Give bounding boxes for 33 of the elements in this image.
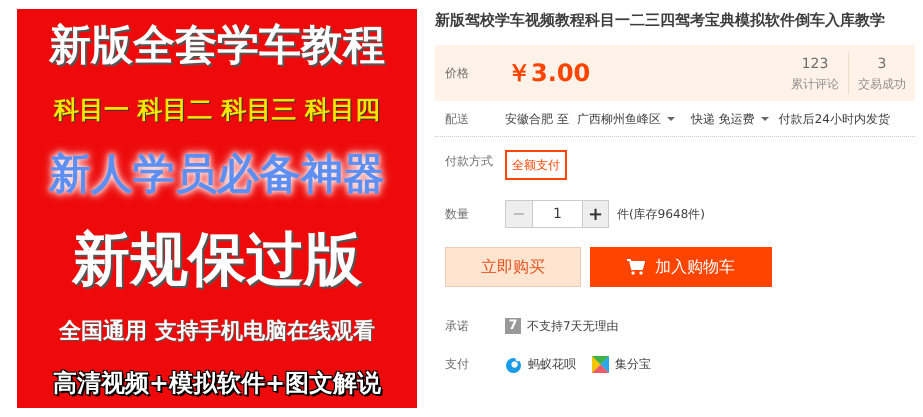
- banner-text: 科目一 科目二 科目三 科目四: [54, 94, 380, 126]
- banner-text: 高清视频+模拟软件+图文解说: [52, 368, 382, 398]
- payment-label: 支付: [445, 356, 470, 373]
- shipping-dropdown[interactable]: 快递 免运费: [690, 110, 769, 128]
- quantity-label: 数量: [445, 206, 470, 223]
- cart-icon: [627, 259, 645, 275]
- banner-text: 新版全套学车教程: [49, 19, 385, 71]
- stat-value: 123: [802, 54, 828, 74]
- destination-dropdown[interactable]: 广西柳州鱼峰区: [576, 110, 675, 128]
- price: ￥3.00: [507, 58, 590, 89]
- payment-method: 集分宝: [615, 356, 651, 373]
- promise-text: 不支持7天无理由: [527, 318, 619, 335]
- caret-icon: [760, 116, 769, 120]
- promise-label: 承诺: [445, 318, 470, 335]
- banner-text: 新人学员必备神器: [49, 148, 385, 200]
- stock-text: 件(库存9648件): [617, 206, 705, 223]
- price-label: 价格: [445, 65, 470, 82]
- promise-badge: 7: [505, 318, 521, 334]
- stat-label: 交易成功: [858, 76, 906, 92]
- banner-text: 新规保过版: [72, 224, 362, 295]
- product-title: 新版驾校学车视频教程科目一二三四驾考宝典模拟软件倒车入库教学: [435, 10, 886, 30]
- payment-method-label: 付款方式: [445, 153, 494, 170]
- payment-method: 蚂蚁花呗: [528, 356, 576, 373]
- increment-button[interactable]: +: [582, 200, 609, 228]
- caret-icon: [666, 116, 675, 120]
- colorful-square-icon: [592, 356, 609, 372]
- delivery-label: 配送: [445, 110, 470, 128]
- stat-label: 累计评论: [791, 76, 839, 92]
- swirl-icon: [505, 356, 522, 372]
- dispatch-text: 付款后24小时内发货: [778, 110, 890, 128]
- origin-text: 安徽合肥 至: [505, 110, 569, 128]
- stat-value: 3: [878, 54, 886, 74]
- banner-text: 全国通用 支持手机电脑在线观看: [59, 318, 375, 346]
